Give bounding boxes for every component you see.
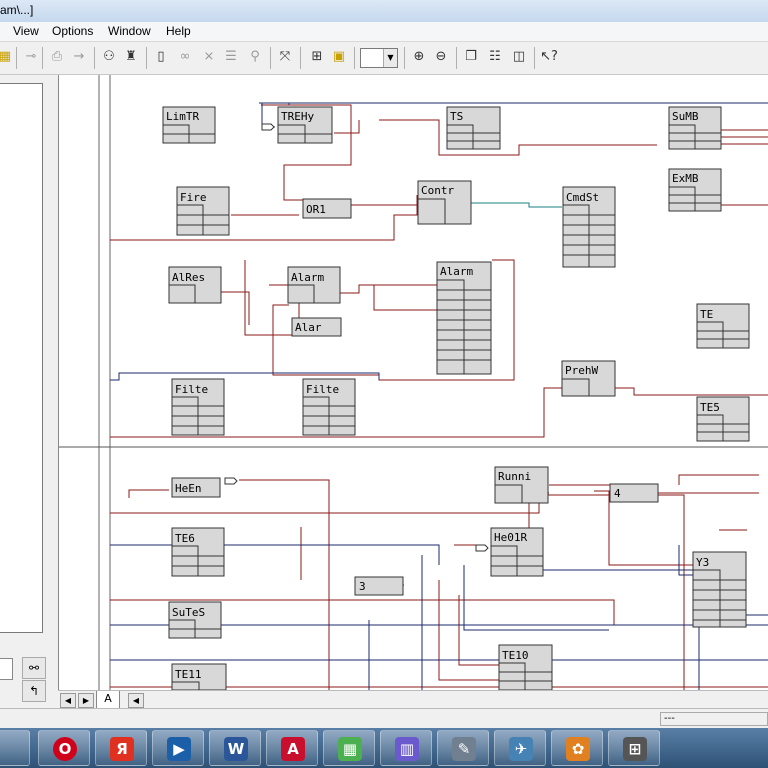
variables-icon[interactable]: ⚇	[100, 48, 118, 66]
block-3[interactable]: 3	[359, 580, 366, 593]
block-or1[interactable]: OR1	[306, 203, 326, 216]
tree-icon[interactable]: ⚲	[246, 48, 264, 66]
media-center-icon: ▶	[167, 737, 191, 761]
block-te10[interactable]: TE10	[502, 649, 529, 662]
taskbar-app-satellite[interactable]: ✈	[494, 730, 546, 766]
chevron-down-icon[interactable]: ▼	[383, 49, 397, 67]
block-4[interactable]: 4	[614, 487, 621, 500]
block-limtr[interactable]: LimTR	[166, 110, 199, 123]
taskbar: O Я ▶ W A ▦ ▥ ✎ ✈ ✿ ⊞	[0, 728, 768, 768]
arrow-in-icon[interactable]: →	[70, 48, 88, 66]
table-icon[interactable]: ⊞	[308, 48, 326, 66]
list-icon[interactable]: ☰	[222, 48, 240, 66]
block-alres[interactable]: AlRes	[172, 271, 205, 284]
menu-window[interactable]: Window	[108, 24, 151, 38]
page-icon[interactable]: ▯	[152, 48, 170, 66]
block-fire[interactable]: Fire	[180, 191, 207, 204]
taskbar-app-word[interactable]: W	[209, 730, 261, 766]
tile-vertical-icon[interactable]: ◫	[510, 48, 528, 66]
frame-icon[interactable]: ▣	[330, 48, 348, 66]
block-te[interactable]: TE	[700, 308, 713, 321]
block-he01r[interactable]: He01R	[494, 531, 527, 544]
block-y3[interactable]: Y3	[696, 556, 709, 569]
fit-icon[interactable]: ⤧	[276, 48, 294, 66]
zoom-out-icon[interactable]: ⊖	[432, 48, 450, 66]
unlink-icon[interactable]: ⨯	[200, 48, 218, 66]
cascade-icon[interactable]: ❐	[462, 48, 480, 66]
block-ts[interactable]: TS	[450, 110, 463, 123]
block-te11[interactable]: TE11	[175, 668, 202, 681]
block-sutes[interactable]: SuTeS	[172, 606, 205, 619]
pdf-reader-icon: A	[281, 737, 305, 761]
block-alarm-1[interactable]: Alarm	[291, 271, 324, 284]
block-contr[interactable]: Contr	[421, 184, 454, 197]
status-panel: ---	[660, 712, 768, 726]
block-cmdst[interactable]: CmdSt	[566, 191, 599, 204]
block-filte-1[interactable]: Filte	[175, 383, 208, 396]
yandex-browser-icon: Я	[110, 737, 134, 761]
pin-icon[interactable]: ⊸	[22, 48, 40, 66]
chart-app-icon: ▥	[395, 737, 419, 761]
pin-remove-icon[interactable]: ⎙	[48, 48, 66, 66]
block-sumb[interactable]: SuMB	[672, 110, 699, 123]
zoom-in-icon[interactable]: ⊕	[410, 48, 428, 66]
block-alarm-2[interactable]: Alarm	[440, 265, 473, 278]
tile-horizontal-icon[interactable]: ☷	[486, 48, 504, 66]
taskbar-app-chart[interactable]: ▥	[380, 730, 432, 766]
block-runni[interactable]: Runni	[498, 470, 531, 483]
hierarchy-icon[interactable]: ♜	[122, 48, 140, 66]
diagram-canvas[interactable]: LimTR TREHy TS SuMB Fire OR1 Contr CmdSt…	[58, 75, 768, 691]
title-bar: am\...]	[0, 0, 768, 23]
taskbar-app-paint[interactable]: ✿	[551, 730, 603, 766]
word-icon: W	[224, 737, 248, 761]
menu-bar: View Options Window Help	[0, 22, 768, 42]
grid-icon[interactable]: ▦	[0, 48, 14, 66]
find-binoculars-icon[interactable]: ⚯	[22, 657, 46, 679]
block-exmb[interactable]: ExMB	[672, 172, 699, 185]
block-te6[interactable]: TE6	[175, 532, 195, 545]
sheet-tab-bar: ◀ ▶ A ◀	[58, 690, 768, 709]
block-alar[interactable]: Alar	[295, 321, 322, 334]
taskbar-start-partial[interactable]	[0, 730, 30, 766]
window-title: am\...]	[0, 3, 34, 17]
taskbar-app-opera[interactable]: O	[38, 730, 90, 766]
first-sheet-icon[interactable]: ◀	[60, 693, 76, 708]
menu-view[interactable]: View	[13, 24, 39, 38]
next-sheet-icon[interactable]: ▶	[78, 693, 94, 708]
scroll-left-icon[interactable]: ◀	[128, 693, 144, 708]
project-tree[interactable]	[0, 83, 43, 633]
editor-icon: ✎	[452, 737, 476, 761]
taskbar-app-pdf[interactable]: A	[266, 730, 318, 766]
menu-help[interactable]: Help	[166, 24, 191, 38]
menu-options[interactable]: Options	[52, 24, 93, 38]
block-te5[interactable]: TE5	[700, 401, 720, 414]
opera-icon: O	[53, 737, 77, 761]
blocks-game-icon: ▦	[338, 737, 362, 761]
taskbar-app-yandex[interactable]: Я	[95, 730, 147, 766]
satellite-icon: ✈	[509, 737, 533, 761]
block-prehw[interactable]: PrehW	[565, 364, 598, 377]
block-filte-2[interactable]: Filte	[306, 383, 339, 396]
block-trehy[interactable]: TREHy	[281, 110, 314, 123]
sheet-tab-a[interactable]: A	[96, 691, 120, 709]
link-icon[interactable]: ∞	[176, 48, 194, 66]
context-help-icon[interactable]: ↖?	[540, 48, 558, 66]
search-input[interactable]	[0, 658, 13, 680]
zoom-select[interactable]: ▼	[360, 48, 398, 68]
paint-icon: ✿	[566, 737, 590, 761]
left-panel: ⚯ ↰	[0, 75, 52, 708]
status-bar: ---	[0, 708, 768, 729]
taskbar-app-fbd[interactable]: ⊞	[608, 730, 660, 766]
fbd-editor-icon: ⊞	[623, 737, 647, 761]
find-next-icon[interactable]: ↰	[22, 680, 46, 702]
block-heen[interactable]: HeEn	[175, 482, 202, 495]
taskbar-app-blocks[interactable]: ▦	[323, 730, 375, 766]
fbd-diagram: LimTR TREHy TS SuMB Fire OR1 Contr CmdSt…	[59, 75, 768, 691]
taskbar-app-editor[interactable]: ✎	[437, 730, 489, 766]
taskbar-app-media[interactable]: ▶	[152, 730, 204, 766]
